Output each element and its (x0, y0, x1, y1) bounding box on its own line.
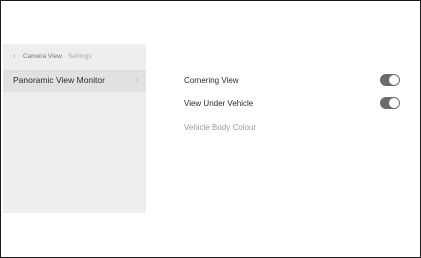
breadcrumb-parent[interactable]: Settings (68, 53, 92, 60)
setting-label: Cornering View (184, 75, 239, 85)
screen-frame: ‹ Camera View · Settings Panoramic View … (0, 0, 421, 258)
toggle-knob (389, 98, 399, 108)
sidebar: ‹ Camera View · Settings Panoramic View … (3, 44, 146, 213)
setting-row-view-under-vehicle[interactable]: View Under Vehicle (184, 96, 400, 110)
setting-row-vehicle-body-colour: Vehicle Body Colour (184, 120, 400, 134)
chevron-right-icon: › (135, 75, 138, 84)
sidebar-item-label: Panoramic View Monitor (13, 75, 105, 85)
chevron-left-icon[interactable]: ‹ (13, 53, 19, 60)
breadcrumb-current[interactable]: Camera View (23, 53, 62, 60)
breadcrumb: ‹ Camera View · Settings (13, 50, 92, 62)
setting-label: View Under Vehicle (184, 98, 254, 108)
breadcrumb-separator: · (63, 52, 67, 60)
toggle-knob (389, 75, 399, 85)
view-under-vehicle-toggle[interactable] (380, 97, 400, 109)
setting-label-disabled: Vehicle Body Colour (184, 122, 257, 132)
setting-row-cornering-view[interactable]: Cornering View (184, 73, 400, 87)
sidebar-item-panoramic-view-monitor[interactable]: Panoramic View Monitor › (3, 70, 146, 92)
cornering-view-toggle[interactable] (380, 74, 400, 86)
